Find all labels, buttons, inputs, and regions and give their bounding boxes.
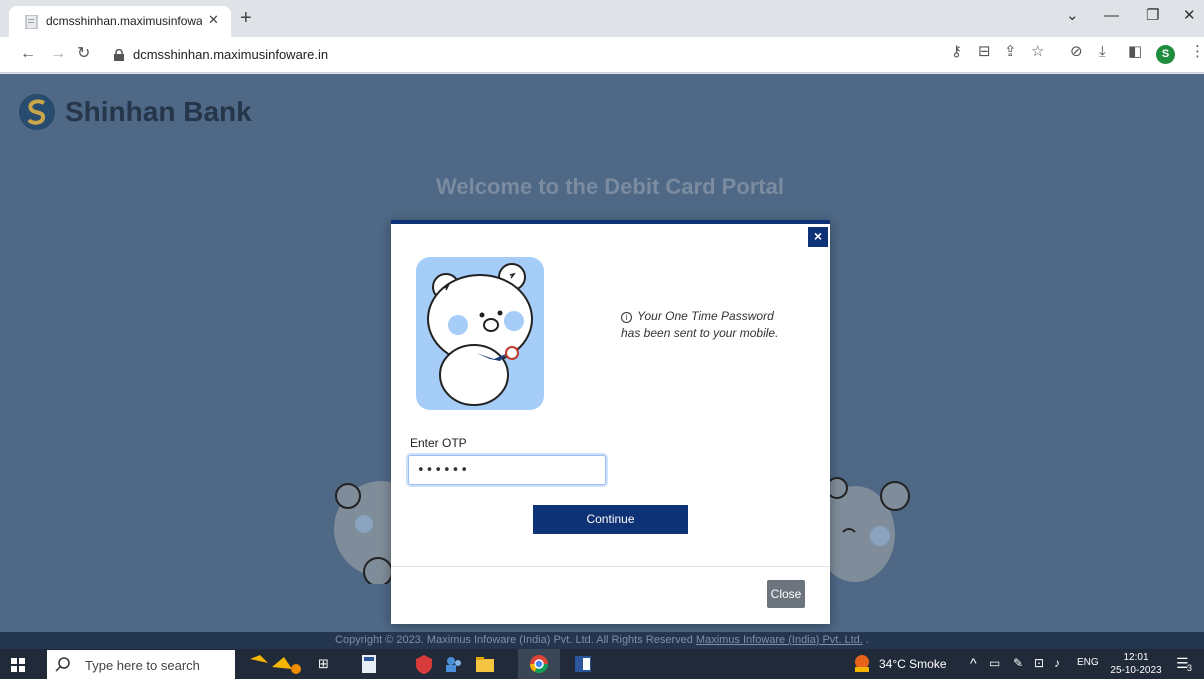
download-icon[interactable]: ⤓ (1099, 43, 1106, 61)
minimize-icon[interactable]: — (1104, 6, 1119, 26)
background-bear-illustration-right (825, 477, 910, 582)
side-panel-icon[interactable]: ◧ (1128, 43, 1142, 61)
menu-dots-icon[interactable]: ⋮ (1190, 43, 1204, 61)
search-icon (55, 657, 70, 672)
taskbar-clock[interactable]: 12:01 25-10-2023 (1108, 651, 1164, 677)
footer-copyright: Copyright © 2023. Maximus Infoware (Indi… (335, 634, 696, 646)
notification-count: 3 (1187, 663, 1193, 673)
taskbar-search-box[interactable]: Type here to search (47, 650, 235, 679)
otp-modal: × i Your One Time Password has been sent… (391, 220, 830, 624)
security-app-icon[interactable] (413, 653, 435, 675)
bookmark-star-icon[interactable]: ☆ (1031, 43, 1044, 61)
calculator-app-icon[interactable] (358, 653, 380, 675)
page-footer: Copyright © 2023. Maximus Infoware (Indi… (0, 632, 1204, 649)
restore-icon[interactable]: ❐ (1146, 6, 1159, 26)
weather-text[interactable]: 34°C Smoke (879, 657, 947, 671)
otp-info-text: Your One Time Password has been sent to … (621, 309, 779, 340)
clock-date: 25-10-2023 (1110, 665, 1162, 676)
battery-icon[interactable]: ▭ (989, 656, 1000, 670)
chrome-icon (530, 655, 548, 674)
network-icon[interactable]: ⊡ (1034, 656, 1044, 670)
bank-name: Shinhan Bank (65, 96, 252, 127)
share-icon[interactable]: ⇪ (1004, 43, 1017, 61)
browser-tabstrip: dcmsshinhan.maximusinfoware.in ✕ + ⌄ — ❐… (0, 0, 1204, 37)
close-button[interactable]: Close (767, 580, 805, 608)
chrome-taskbar-active[interactable] (518, 649, 560, 679)
info-icon: i (621, 312, 632, 323)
tab-title: dcmsshinhan.maximusinfoware.in (46, 14, 202, 28)
otp-info-message: i Your One Time Password has been sent t… (621, 308, 791, 342)
footer-suffix: . (862, 634, 869, 646)
address-bar[interactable]: dcmsshinhan.maximusinfoware.in (100, 41, 1184, 69)
browser-toolbar: ← → ↻ dcmsshinhan.maximusinfoware.in ⚷ ⊟… (0, 37, 1204, 73)
modal-divider (391, 566, 830, 567)
reader-mode-icon[interactable]: ⊟ (978, 43, 991, 61)
task-view-icon[interactable]: ⊞ (318, 656, 329, 672)
clock-time: 12:01 (1123, 652, 1149, 663)
language-indicator[interactable]: ENG (1077, 657, 1099, 668)
tab-close-icon[interactable]: ✕ (208, 12, 219, 28)
word-app-icon[interactable] (572, 653, 594, 675)
window-close-icon[interactable]: ✕ (1183, 6, 1196, 26)
file-explorer-icon[interactable] (474, 653, 496, 675)
shinhan-logo-icon (20, 95, 54, 129)
search-placeholder: Type here to search (85, 658, 200, 673)
new-tab-icon[interactable]: + (240, 6, 252, 30)
forward-arrow-icon[interactable]: → (50, 45, 66, 63)
otp-label: Enter OTP (410, 436, 467, 450)
page-favicon-icon (25, 15, 38, 29)
volume-icon[interactable]: ♪ (1054, 656, 1060, 670)
back-arrow-icon[interactable]: ← (20, 45, 36, 63)
profile-avatar[interactable]: S (1156, 45, 1175, 64)
key-icon[interactable]: ⚷ (951, 43, 962, 61)
windows-taskbar: Type here to search ⊞ 34°C Smoke ^ ▭ ✎ ⊡… (0, 649, 1204, 679)
browser-tab[interactable]: dcmsshinhan.maximusinfoware.in ✕ (9, 6, 231, 37)
otp-input[interactable] (408, 455, 606, 485)
continue-button[interactable]: Continue (533, 505, 688, 534)
welcome-title: Welcome to the Debit Card Portal (436, 174, 784, 199)
tray-chevron-icon[interactable]: ^ (970, 655, 977, 671)
shinhan-logo (19, 94, 55, 130)
lock-icon (114, 49, 124, 61)
tab-search-chevron-icon[interactable]: ⌄ (1066, 6, 1079, 26)
bear-stopwatch-icon (427, 263, 533, 406)
windows-start-icon[interactable] (11, 658, 25, 672)
url-text: dcmsshinhan.maximusinfoware.in (133, 47, 329, 62)
bear-illustration (416, 257, 544, 410)
modal-close-x-button[interactable]: × (808, 227, 828, 247)
weather-icon[interactable] (852, 653, 872, 675)
news-widget-icon[interactable] (246, 653, 304, 675)
people-app-icon[interactable] (443, 653, 465, 675)
extension-icon[interactable]: ⊘ (1070, 43, 1083, 61)
reload-icon[interactable]: ↻ (77, 45, 90, 63)
footer-company-link[interactable]: Maximus Infoware (India) Pvt. Ltd. (696, 634, 863, 646)
pen-icon[interactable]: ✎ (1013, 656, 1023, 670)
